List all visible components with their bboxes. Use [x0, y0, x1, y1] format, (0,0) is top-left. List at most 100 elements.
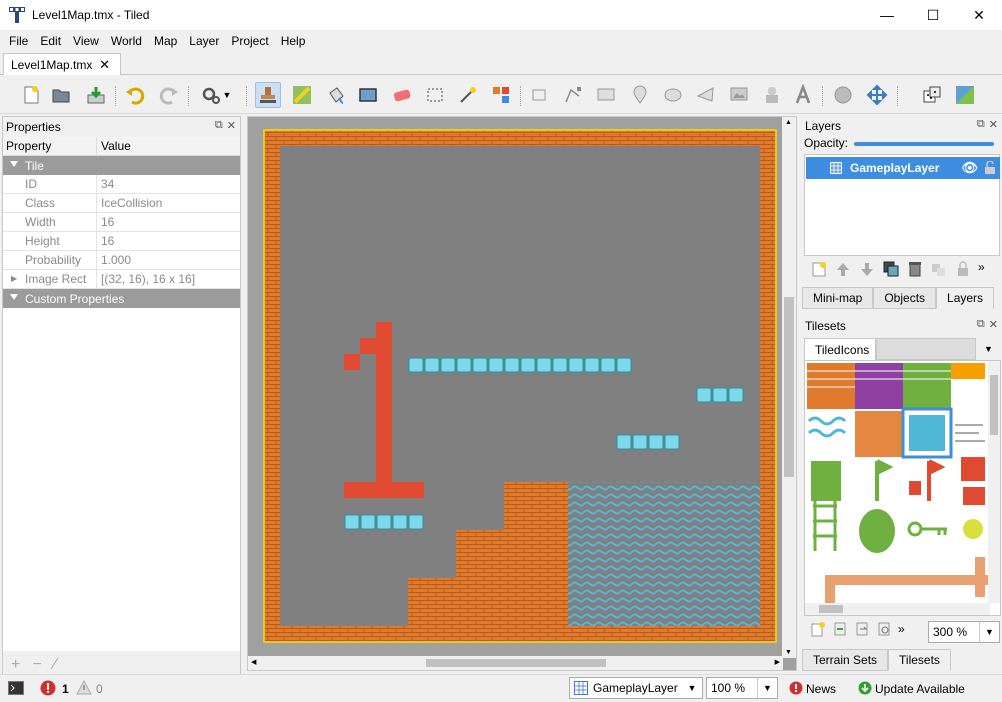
- float-panel-icon[interactable]: ⧉: [977, 118, 985, 131]
- more-actions-icon[interactable]: »: [898, 622, 905, 636]
- horizontal-scrollbar[interactable]: ◀ ▶: [248, 656, 783, 670]
- property-row[interactable]: Probability 1.000: [3, 251, 240, 270]
- warning-icon[interactable]: [76, 680, 92, 696]
- eraser-button[interactable]: [389, 82, 415, 108]
- select-objects-button[interactable]: [527, 82, 553, 108]
- move-world-button[interactable]: [864, 82, 890, 108]
- save-button[interactable]: [83, 82, 109, 108]
- show-other-layers-icon[interactable]: [930, 260, 948, 278]
- redo-button[interactable]: [156, 82, 182, 108]
- more-actions-icon[interactable]: »: [978, 260, 985, 278]
- document-tab[interactable]: Level1Map.tmx ✕: [3, 53, 121, 75]
- tileset-vertical-scrollbar[interactable]: [988, 361, 1000, 603]
- new-tileset-icon[interactable]: [810, 621, 826, 637]
- vertical-scroll-thumb[interactable]: [784, 297, 794, 477]
- raise-layer-icon[interactable]: [834, 260, 852, 278]
- tab-tilesets[interactable]: Tilesets: [888, 649, 951, 671]
- news-link[interactable]: News: [806, 682, 836, 696]
- update-icon[interactable]: [858, 681, 872, 695]
- magic-wand-button[interactable]: [455, 82, 481, 108]
- property-row[interactable]: Width 16: [3, 213, 240, 232]
- scroll-up-icon[interactable]: ▲: [785, 119, 792, 126]
- tileset-horizontal-scrollbar[interactable]: [805, 603, 990, 615]
- lock-layer-icon[interactable]: [954, 260, 972, 278]
- duplicate-layer-icon[interactable]: [882, 260, 900, 278]
- delete-layer-icon[interactable]: [906, 260, 924, 278]
- close-panel-icon[interactable]: ✕: [227, 119, 236, 132]
- property-row[interactable]: Height 16: [3, 232, 240, 251]
- update-available-link[interactable]: Update Available: [875, 682, 965, 696]
- lower-layer-icon[interactable]: [858, 260, 876, 278]
- eye-icon[interactable]: 👁: [961, 160, 978, 176]
- insert-rectangle-button[interactable]: [593, 82, 619, 108]
- minimize-button[interactable]: —: [864, 0, 910, 30]
- map-zoom-select[interactable]: 100 % ▼: [706, 677, 778, 699]
- menu-help[interactable]: Help: [275, 34, 312, 48]
- vertical-scrollbar[interactable]: ▲ ▼: [782, 117, 796, 658]
- commands-button[interactable]: ▼: [196, 82, 236, 108]
- tab-minimap[interactable]: Mini-map: [802, 287, 874, 309]
- export-tileset-icon[interactable]: [854, 621, 870, 637]
- embed-tileset-icon[interactable]: [832, 621, 848, 637]
- stamp-brush-button[interactable]: [255, 82, 281, 108]
- tileset-menu-arrow-icon[interactable]: ▼: [984, 344, 993, 354]
- map-view[interactable]: ▲ ▼ ◀ ▶: [247, 116, 797, 671]
- remove-property-icon[interactable]: −: [32, 656, 41, 674]
- layer-select[interactable]: GameplayLayer ▼: [569, 677, 703, 699]
- tab-objects[interactable]: Objects: [873, 287, 937, 309]
- scroll-down-icon[interactable]: ▼: [785, 649, 792, 656]
- float-panel-icon[interactable]: ⧉: [977, 318, 985, 331]
- float-panel-icon[interactable]: ⧉: [215, 119, 223, 132]
- terrain-brush-button[interactable]: [289, 82, 315, 108]
- new-layer-icon[interactable]: [810, 260, 828, 278]
- property-column-header[interactable]: Property: [3, 137, 97, 155]
- edit-tileset-icon[interactable]: [876, 621, 892, 637]
- property-row[interactable]: ▶ Image Rect [(32, 16), 16 x 16]: [3, 270, 240, 289]
- tileset-scroll-thumb[interactable]: [990, 375, 998, 435]
- close-button[interactable]: ✕: [956, 0, 1002, 30]
- close-panel-icon[interactable]: ✕: [989, 118, 998, 131]
- expand-arrow-icon[interactable]: ▶: [11, 274, 17, 283]
- insert-text-button[interactable]: [790, 82, 816, 108]
- open-button[interactable]: [48, 82, 74, 108]
- value-column-header[interactable]: Value: [97, 137, 240, 155]
- news-icon[interactable]: [789, 681, 803, 695]
- menu-edit[interactable]: Edit: [34, 34, 67, 48]
- menu-world[interactable]: World: [105, 34, 148, 48]
- scroll-left-icon[interactable]: ◀: [251, 658, 256, 666]
- insert-tile-button[interactable]: [726, 82, 752, 108]
- close-tab-icon[interactable]: ✕: [99, 57, 110, 73]
- custom-properties-group-header[interactable]: Custom Properties: [3, 289, 240, 308]
- undo-button[interactable]: [122, 82, 148, 108]
- insert-polygon-button[interactable]: [693, 82, 719, 108]
- tileset-tab-tiledicons[interactable]: TiledIcons: [804, 338, 876, 360]
- tile-group-header[interactable]: Tile: [3, 156, 240, 175]
- rectangle-select-button[interactable]: [422, 82, 448, 108]
- horizontal-scroll-thumb[interactable]: [426, 659, 606, 667]
- close-panel-icon[interactable]: ✕: [989, 318, 998, 331]
- insert-template-button[interactable]: [759, 82, 785, 108]
- tab-layers[interactable]: Layers: [936, 287, 995, 309]
- rename-property-icon[interactable]: ⁄: [54, 656, 57, 674]
- menu-project[interactable]: Project: [225, 34, 274, 48]
- world-tool-button[interactable]: [830, 82, 856, 108]
- menu-view[interactable]: View: [67, 34, 105, 48]
- scroll-right-icon[interactable]: ▶: [775, 658, 780, 666]
- layer-item-gameplay[interactable]: GameplayLayer 👁: [806, 157, 1000, 179]
- shape-fill-button[interactable]: [355, 82, 381, 108]
- property-row[interactable]: Class IceCollision: [3, 194, 240, 213]
- insert-ellipse-button[interactable]: [660, 82, 686, 108]
- console-icon[interactable]: [8, 681, 24, 695]
- new-map-button[interactable]: [18, 82, 44, 108]
- menu-layer[interactable]: Layer: [183, 34, 225, 48]
- error-icon[interactable]: [40, 680, 56, 696]
- tab-terrain-sets[interactable]: Terrain Sets: [802, 649, 889, 671]
- insert-point-button[interactable]: [627, 82, 653, 108]
- random-mode-button[interactable]: [919, 82, 945, 108]
- wang-fill-button[interactable]: [952, 82, 978, 108]
- tileset-view[interactable]: [804, 360, 1001, 616]
- add-property-icon[interactable]: +: [11, 656, 20, 674]
- property-row[interactable]: ID 34: [3, 175, 240, 194]
- unlock-icon[interactable]: [984, 161, 996, 175]
- menu-file[interactable]: File: [3, 34, 34, 48]
